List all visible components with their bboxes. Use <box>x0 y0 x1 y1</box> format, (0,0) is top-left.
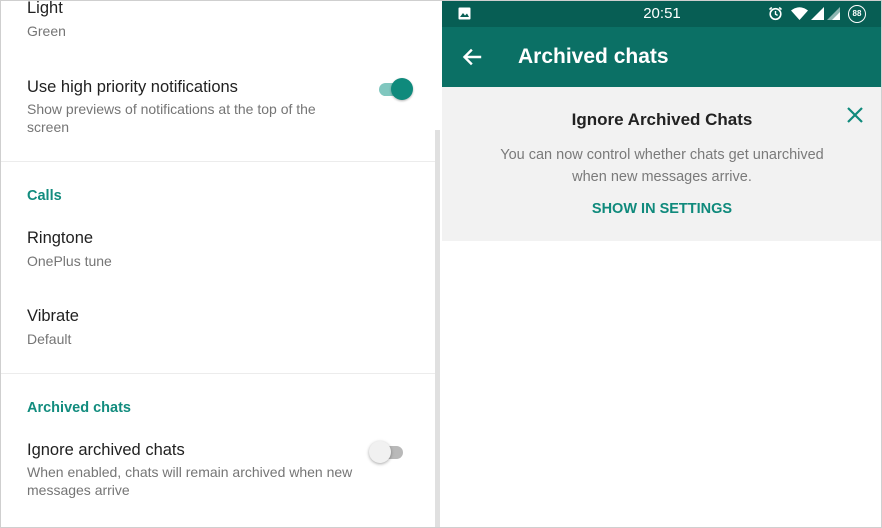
vibrate-title: Vibrate <box>27 307 79 325</box>
settings-panel: Light Green Use high priority notificati… <box>0 0 440 528</box>
high-priority-toggle[interactable] <box>377 78 413 100</box>
signal-icon <box>811 7 824 20</box>
alarm-icon <box>769 6 782 21</box>
ignore-archived-title: Ignore archived chats <box>27 441 185 459</box>
high-priority-description: Show previews of notifications at the to… <box>27 101 316 135</box>
toolbar: Archived chats <box>442 27 882 87</box>
ringtone-value: OnePlus tune <box>27 253 112 269</box>
vibrate-value: Default <box>27 331 72 347</box>
back-arrow-icon[interactable] <box>456 41 488 73</box>
archived-chats-screen: 20:51 88 Archived chats Ignore Archived … <box>442 0 882 528</box>
battery-level: 88 <box>852 9 862 18</box>
theme-setting-value: Green <box>27 23 66 39</box>
toggle-thumb <box>391 78 413 100</box>
toggle-thumb <box>369 441 391 463</box>
page-title: Archived chats <box>518 45 669 68</box>
banner-title: Ignore Archived Chats <box>571 110 753 129</box>
battery-icon: 88 <box>848 5 866 23</box>
section-divider <box>0 161 440 162</box>
archived-chats-section-header: Archived chats <box>27 400 131 416</box>
theme-setting-title: Light <box>27 0 63 17</box>
section-divider <box>0 373 440 374</box>
chat-list-empty <box>442 241 882 528</box>
show-in-settings-button[interactable]: SHOW IN SETTINGS <box>442 201 882 217</box>
calls-section-header: Calls <box>27 188 62 204</box>
close-icon[interactable] <box>844 104 866 126</box>
wifi-icon <box>791 7 808 20</box>
status-bar: 20:51 88 <box>442 0 882 27</box>
scrollbar[interactable] <box>435 130 440 528</box>
ringtone-title: Ringtone <box>27 229 94 247</box>
banner-description: You can now control whether chats get un… <box>500 147 824 185</box>
ignore-archived-toggle[interactable] <box>369 441 405 463</box>
ignore-archived-description: When enabled, chats will remain archived… <box>27 464 353 498</box>
ignore-archived-banner: Ignore Archived Chats You can now contro… <box>442 87 882 241</box>
high-priority-title: Use high priority notifications <box>27 78 238 96</box>
signal-icon <box>827 7 840 20</box>
